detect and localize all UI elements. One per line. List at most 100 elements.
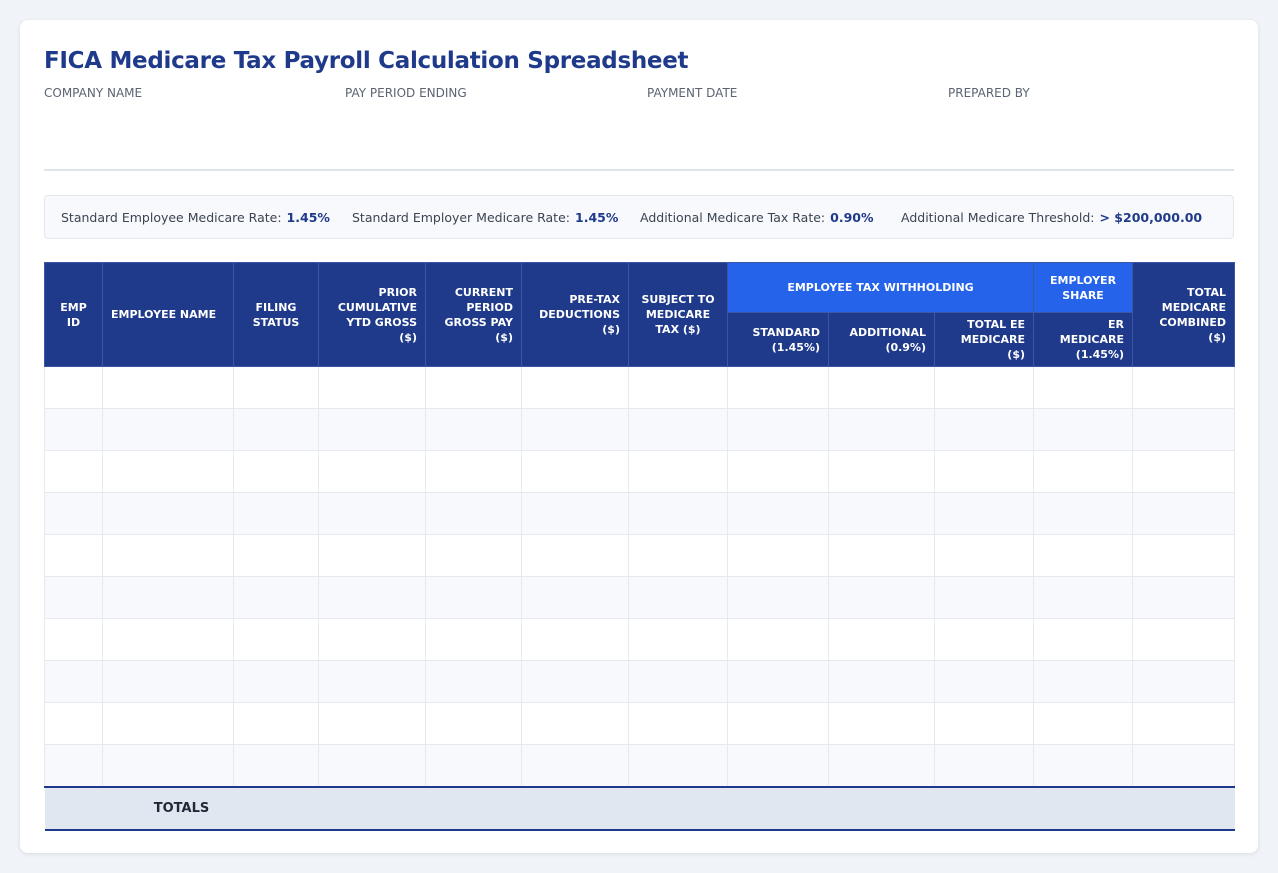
table-cell[interactable] — [521, 702, 629, 745]
table-cell[interactable] — [828, 576, 935, 619]
table-cell[interactable] — [1033, 366, 1134, 409]
table-cell[interactable] — [933, 702, 1035, 745]
table-cell[interactable] — [102, 450, 234, 493]
table-cell[interactable] — [233, 702, 319, 745]
table-cell[interactable] — [1033, 408, 1134, 451]
table-cell[interactable] — [727, 744, 829, 788]
table-cell[interactable] — [1033, 492, 1134, 535]
table-cell[interactable] — [628, 534, 728, 577]
table-cell[interactable] — [44, 702, 103, 745]
table-cell[interactable] — [44, 450, 103, 493]
table-cell[interactable] — [828, 450, 935, 493]
table-cell[interactable] — [318, 618, 426, 661]
table-cell[interactable] — [628, 660, 728, 703]
table-cell[interactable] — [233, 366, 319, 409]
table-cell[interactable] — [318, 744, 426, 788]
table-cell[interactable] — [1132, 492, 1236, 535]
table-cell[interactable] — [933, 534, 1035, 577]
table-cell[interactable] — [828, 744, 935, 788]
table-cell[interactable] — [727, 492, 829, 535]
table-cell[interactable] — [44, 408, 103, 451]
table-cell[interactable] — [727, 702, 829, 745]
table-cell[interactable] — [44, 618, 103, 661]
table-cell[interactable] — [828, 408, 935, 451]
table-cell[interactable] — [933, 618, 1035, 661]
table-cell[interactable] — [102, 534, 234, 577]
table-cell[interactable] — [233, 450, 319, 493]
table-cell[interactable] — [933, 576, 1035, 619]
table-cell[interactable] — [727, 450, 829, 493]
table-cell[interactable] — [102, 576, 234, 619]
table-cell[interactable] — [628, 408, 728, 451]
table-cell[interactable] — [425, 618, 522, 661]
table-cell[interactable] — [521, 576, 629, 619]
table-cell[interactable] — [628, 366, 728, 409]
table-cell[interactable] — [521, 366, 629, 409]
table-cell[interactable] — [44, 534, 103, 577]
table-cell[interactable] — [1033, 534, 1134, 577]
table-cell[interactable] — [828, 660, 935, 703]
table-cell[interactable] — [425, 576, 522, 619]
table-cell[interactable] — [318, 450, 426, 493]
table-cell[interactable] — [233, 492, 319, 535]
table-cell[interactable] — [44, 366, 103, 409]
table-cell[interactable] — [1132, 702, 1236, 745]
table-cell[interactable] — [828, 534, 935, 577]
table-cell[interactable] — [425, 408, 522, 451]
table-cell[interactable] — [1033, 660, 1134, 703]
table-cell[interactable] — [628, 492, 728, 535]
table-cell[interactable] — [1132, 450, 1236, 493]
table-cell[interactable] — [828, 618, 935, 661]
table-cell[interactable] — [102, 702, 234, 745]
table-cell[interactable] — [233, 660, 319, 703]
table-cell[interactable] — [933, 408, 1035, 451]
table-cell[interactable] — [521, 408, 629, 451]
table-cell[interactable] — [628, 576, 728, 619]
table-cell[interactable] — [521, 450, 629, 493]
table-cell[interactable] — [233, 534, 319, 577]
table-cell[interactable] — [933, 660, 1035, 703]
table-cell[interactable] — [727, 366, 829, 409]
table-cell[interactable] — [44, 576, 103, 619]
table-cell[interactable] — [425, 534, 522, 577]
table-cell[interactable] — [318, 660, 426, 703]
table-cell[interactable] — [1132, 744, 1236, 788]
table-cell[interactable] — [521, 660, 629, 703]
table-cell[interactable] — [102, 408, 234, 451]
table-cell[interactable] — [233, 408, 319, 451]
table-cell[interactable] — [1033, 576, 1134, 619]
table-cell[interactable] — [521, 618, 629, 661]
table-cell[interactable] — [828, 366, 935, 409]
table-cell[interactable] — [44, 660, 103, 703]
table-cell[interactable] — [318, 492, 426, 535]
table-cell[interactable] — [628, 618, 728, 661]
table-cell[interactable] — [828, 492, 935, 535]
table-cell[interactable] — [628, 744, 728, 788]
table-cell[interactable] — [425, 450, 522, 493]
table-cell[interactable] — [102, 618, 234, 661]
table-cell[interactable] — [628, 450, 728, 493]
table-cell[interactable] — [102, 366, 234, 409]
table-cell[interactable] — [933, 366, 1035, 409]
table-cell[interactable] — [828, 702, 935, 745]
table-cell[interactable] — [1132, 618, 1236, 661]
table-cell[interactable] — [233, 618, 319, 661]
table-cell[interactable] — [1033, 450, 1134, 493]
table-cell[interactable] — [933, 744, 1035, 788]
table-cell[interactable] — [1132, 576, 1236, 619]
table-cell[interactable] — [102, 660, 234, 703]
table-cell[interactable] — [1132, 366, 1236, 409]
table-cell[interactable] — [1033, 744, 1134, 788]
table-cell[interactable] — [727, 408, 829, 451]
table-cell[interactable] — [727, 534, 829, 577]
table-cell[interactable] — [727, 660, 829, 703]
table-cell[interactable] — [727, 576, 829, 619]
table-cell[interactable] — [933, 492, 1035, 535]
table-cell[interactable] — [425, 744, 522, 788]
table-cell[interactable] — [1132, 408, 1236, 451]
table-cell[interactable] — [425, 702, 522, 745]
table-cell[interactable] — [318, 534, 426, 577]
table-cell[interactable] — [521, 492, 629, 535]
table-cell[interactable] — [425, 492, 522, 535]
table-cell[interactable] — [521, 534, 629, 577]
